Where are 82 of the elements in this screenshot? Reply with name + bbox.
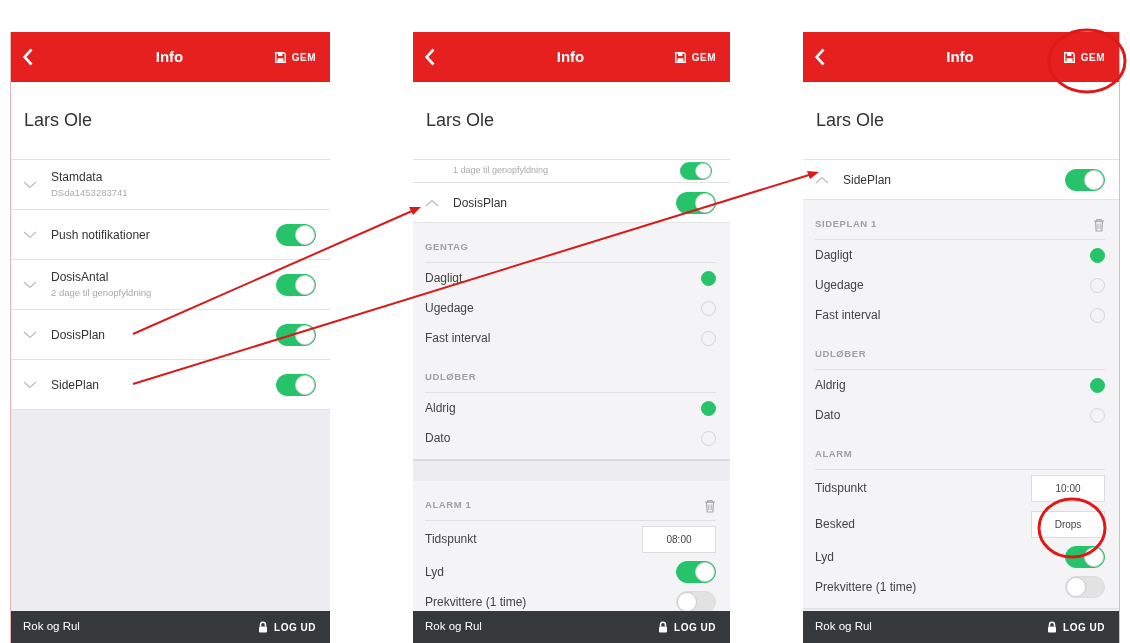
row-title: DosisPlan [453, 194, 508, 212]
accordion-row[interactable]: Push notifikationer [11, 210, 330, 260]
trash-icon[interactable] [1093, 217, 1105, 232]
save-icon [1063, 51, 1075, 63]
save-icon [274, 51, 286, 63]
back-icon [23, 48, 33, 66]
save-icon [674, 51, 686, 63]
accordion-row[interactable]: SidePlan [803, 160, 1119, 200]
switch-label: Lyd [815, 549, 834, 566]
section-heading: GENTAG [425, 240, 469, 255]
screen-title: Info [945, 46, 975, 67]
row-title: Push notifikationer [51, 226, 150, 244]
radio-button[interactable] [1090, 247, 1105, 263]
toggle-switch[interactable] [276, 223, 316, 246]
option-label: Ugedage [815, 277, 864, 294]
field-label: Besked [815, 516, 856, 533]
toggle-switch[interactable] [276, 273, 316, 296]
row-title: DosisAntal [51, 269, 110, 287]
row-subtitle: DSda1453283741 [51, 186, 128, 201]
switch-label: Lyd [425, 564, 444, 581]
section-heading: UDLØBER [425, 370, 477, 385]
logout-button[interactable]: LOG UD [258, 619, 316, 635]
toggle-switch[interactable] [276, 323, 316, 346]
switch-label: Prekvittere (1 time) [815, 579, 917, 596]
trash-icon[interactable] [704, 498, 716, 513]
option-label: Ugedage [425, 300, 474, 317]
toggle-switch[interactable] [1065, 576, 1105, 598]
toggle-switch[interactable] [676, 591, 716, 611]
toggle-switch[interactable] [276, 373, 316, 396]
row-title: SidePlan [843, 171, 892, 189]
brand-label: Rok og Rul [815, 619, 872, 635]
toggle-switch[interactable] [1065, 168, 1105, 191]
input-field[interactable]: Drops [1031, 510, 1105, 538]
option-label: Fast interval [815, 307, 881, 324]
section-heading: ALARM 1 [425, 498, 472, 513]
section-heading: SIDEPLAN 1 [815, 217, 877, 232]
field-label: Tidspunkt [425, 531, 477, 548]
row-title: DosisPlan [51, 326, 106, 344]
field-label: Tidspunkt [815, 480, 867, 497]
input-field[interactable]: 08:00 [642, 525, 716, 553]
toggle-switch[interactable] [680, 162, 712, 180]
lock-icon [658, 621, 669, 633]
accordion-row[interactable]: DosisPlan [413, 183, 730, 223]
screen-title: Info [154, 46, 185, 67]
accordion-row[interactable]: SidePlan [11, 360, 330, 410]
option-label: Dato [815, 407, 841, 424]
back-icon [425, 48, 435, 66]
save-button[interactable]: GEM [656, 49, 716, 65]
input-field[interactable]: 10:00 [1031, 474, 1105, 502]
row-title: SidePlan [51, 376, 100, 394]
circle-annotation [1037, 497, 1107, 559]
option-label: Aldrig [425, 400, 456, 417]
option-label: Dagligt [815, 247, 853, 264]
option-label: Fast interval [425, 330, 491, 347]
brand-label: Rok og Rul [425, 619, 482, 635]
accordion-row[interactable]: Stamdata DSda1453283741 [11, 160, 330, 210]
logout-button[interactable]: LOG UD [1047, 619, 1105, 635]
option-label: Aldrig [815, 377, 846, 394]
logout-button[interactable]: LOG UD [658, 619, 716, 635]
switch-label: Prekvittere (1 time) [425, 594, 527, 611]
row-title: Stamdata [51, 169, 104, 187]
section-heading: ALARM [815, 447, 853, 462]
row-subtitle: 2 dage til genopfyldning [51, 286, 152, 301]
save-button[interactable]: GEM [256, 49, 316, 65]
option-label: Dato [425, 430, 451, 447]
toggle-switch[interactable] [676, 561, 716, 583]
option-label: Dagligt [425, 270, 463, 287]
section-heading: UDLØBER [815, 347, 867, 362]
back-icon [815, 48, 825, 66]
radio-button[interactable] [701, 270, 716, 286]
row-subtitle: 1 dage til genopfyldning [453, 164, 549, 178]
toggle-switch[interactable] [1065, 546, 1105, 568]
radio-button[interactable] [701, 400, 716, 416]
lock-icon [1047, 621, 1058, 633]
save-button[interactable]: GEM [1045, 49, 1105, 65]
accordion-row[interactable]: DosisPlan [11, 310, 330, 360]
accordion-row[interactable]: DosisAntal 2 dage til genopfyldning [11, 260, 330, 310]
lock-icon [258, 621, 269, 633]
brand-label: Rok og Rul [23, 619, 80, 635]
screen-title: Info [555, 46, 586, 67]
toggle-switch[interactable] [676, 191, 716, 214]
radio-button[interactable] [1090, 377, 1105, 393]
